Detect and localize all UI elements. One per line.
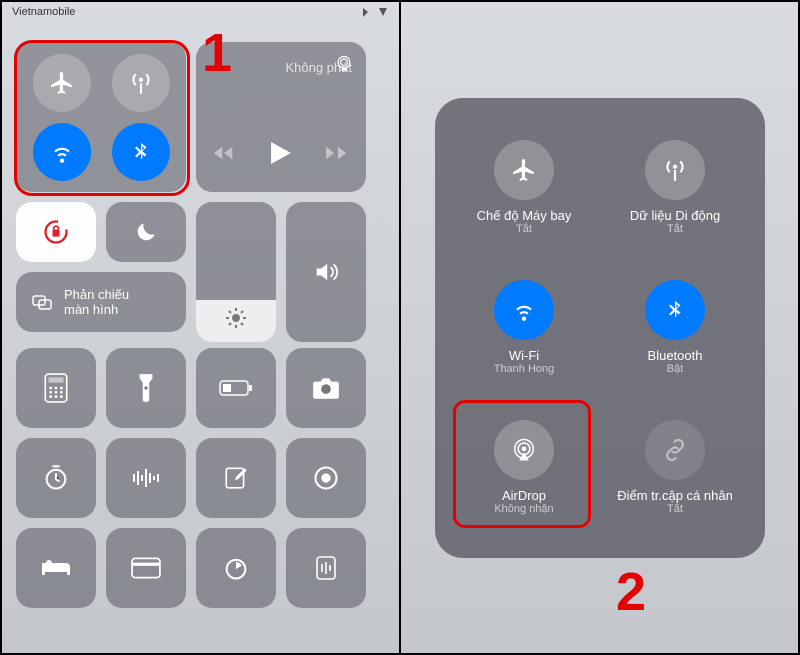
hotspot-item[interactable]: Điểm tr.cập cá nhân Tắt [604, 402, 747, 534]
compose-icon [223, 465, 249, 491]
wifi-status: Thanh Hong [494, 363, 555, 375]
record-icon [312, 464, 340, 492]
alarm-button[interactable] [16, 528, 96, 608]
airplane-label: Chế độ Máy bay [477, 208, 572, 223]
bluetooth-status: Bật [667, 363, 684, 375]
airdrop-icon [510, 436, 538, 464]
step2-number: 2 [616, 561, 646, 623]
cellular-label: Dữ liệu Di động [630, 208, 720, 223]
bed-icon [40, 557, 72, 579]
low-power-button[interactable] [196, 348, 276, 428]
wifi-toggle[interactable] [33, 123, 91, 181]
timer-button[interactable] [16, 438, 96, 518]
airplane-icon [511, 157, 537, 183]
status-bar: Vietnamobile [2, 6, 399, 18]
airplane-toggle[interactable] [33, 54, 91, 112]
hotspot-status: Tắt [667, 503, 683, 515]
hotspot-label: Điểm tr.cập cá nhân [617, 488, 733, 503]
connectivity-tile[interactable] [16, 42, 186, 192]
voice-memo-button[interactable] [106, 438, 186, 518]
sound-recognition-button[interactable] [286, 528, 366, 608]
flashlight-icon [136, 373, 156, 403]
camera-icon [311, 376, 341, 400]
antenna-icon [662, 157, 688, 183]
ear-icon [312, 554, 340, 582]
bluetooth-icon [130, 141, 152, 163]
bluetooth-label: Bluetooth [648, 348, 703, 363]
moon-icon [133, 219, 159, 245]
screen-mirror-button[interactable]: Phản chiếu màn hình [16, 272, 186, 332]
tutorial-image: Vietnamobile [0, 0, 800, 655]
battery-icon [219, 379, 253, 397]
brightness-slider[interactable] [196, 202, 276, 342]
volume-slider[interactable] [286, 202, 366, 342]
wifi-item[interactable]: Wi-Fi Thanh Hong [453, 262, 596, 394]
mirror-label: Phản chiếu màn hình [64, 287, 129, 317]
airdrop-item[interactable]: AirDrop Không nhận [453, 402, 596, 534]
connectivity-expanded-screen: Chế độ Máy bay Tắt Dữ liệu Di động Tắt W… [401, 2, 798, 653]
airdrop-status: Không nhận [494, 503, 553, 515]
calculator-button[interactable] [16, 348, 96, 428]
rotation-lock-button[interactable] [16, 202, 96, 262]
notes-button[interactable] [196, 438, 276, 518]
bluetooth-toggle[interactable] [112, 123, 170, 181]
camera-button[interactable] [286, 348, 366, 428]
wallet-button[interactable] [106, 528, 186, 608]
dnd-button[interactable] [106, 202, 186, 262]
rewind-icon[interactable] [214, 144, 236, 162]
airplane-item[interactable]: Chế độ Máy bay Tắt [453, 122, 596, 254]
rotation-lock-icon [42, 218, 70, 246]
stopwatch-icon [222, 554, 250, 582]
bluetooth-icon [664, 299, 686, 321]
card-icon [131, 557, 161, 579]
screen-record-button[interactable] [286, 438, 366, 518]
link-icon [662, 437, 688, 463]
airplane-status: Tắt [516, 223, 532, 235]
wifi-icon [511, 297, 537, 323]
cellular-toggle[interactable] [112, 54, 170, 112]
clock-button[interactable] [196, 528, 276, 608]
cellular-status: Tắt [667, 223, 683, 235]
wifi-label: Wi-Fi [509, 348, 539, 363]
flashlight-button[interactable] [106, 348, 186, 428]
status-icons [361, 6, 389, 18]
bluetooth-item[interactable]: Bluetooth Bật [604, 262, 747, 394]
speaker-icon [312, 258, 340, 286]
brightness-icon [224, 306, 248, 330]
calculator-icon [43, 373, 69, 403]
airplane-icon [49, 70, 75, 96]
airdrop-label: AirDrop [502, 488, 546, 503]
step1-number: 1 [202, 22, 232, 84]
carrier-label: Vietnamobile [12, 6, 75, 18]
forward-icon[interactable] [326, 144, 348, 162]
control-center-screen: Vietnamobile [2, 2, 401, 653]
wifi-icon [49, 139, 75, 165]
play-icon[interactable] [271, 142, 291, 164]
mirror-icon [30, 290, 54, 314]
timer-icon [42, 464, 70, 492]
antenna-icon [128, 70, 154, 96]
cellular-item[interactable]: Dữ liệu Di động Tắt [604, 122, 747, 254]
waveform-icon [131, 466, 161, 490]
media-title: Không phát [285, 60, 352, 75]
connectivity-panel: Chế độ Máy bay Tắt Dữ liệu Di động Tắt W… [435, 98, 765, 558]
